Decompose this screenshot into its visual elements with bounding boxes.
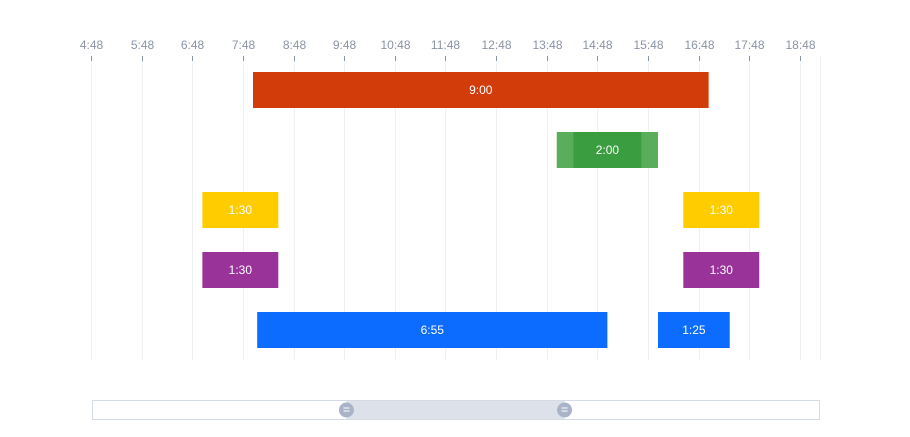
x-tick-label: 14:48 <box>582 38 612 52</box>
bar-label: 1:30 <box>710 263 734 277</box>
bar-label: 1:30 <box>710 203 734 217</box>
x-tick-label: 17:48 <box>734 38 764 52</box>
timeline-chart-svg: 4:48 5:48 6:48 7:48 8:48 9:48 10:48 11:48 12:48 1… <box>80 38 821 420</box>
handle-grip-icon[interactable] <box>557 402 573 418</box>
x-tick-label: 5:48 <box>131 38 155 52</box>
zoom-handle-left[interactable] <box>338 402 354 418</box>
x-tick-label: 12:48 <box>481 38 511 52</box>
bar-segment[interactable]: 1:30 <box>683 252 760 288</box>
x-tick-label: 13:48 <box>532 38 562 52</box>
bar-segment[interactable]: 1:30 <box>202 192 279 228</box>
data-zoom-slider[interactable] <box>92 400 820 420</box>
bar-segment[interactable]: 1:30 <box>683 192 760 228</box>
x-tick-label: 7:48 <box>232 38 256 52</box>
x-tick-label: 10:48 <box>380 38 410 52</box>
bar-label: 1:30 <box>229 203 253 217</box>
x-tick-label: 15:48 <box>633 38 663 52</box>
bar-label: 6:55 <box>421 323 445 337</box>
handle-grip-icon[interactable] <box>338 402 354 418</box>
x-tick-label: 9:48 <box>333 38 357 52</box>
x-tick-label: 4:48 <box>80 38 104 52</box>
bar-segment[interactable]: 6:55 <box>257 312 608 348</box>
bar-label: 1:25 <box>682 323 706 337</box>
bar-segment[interactable]: 9:00 <box>253 72 709 108</box>
bar-segment[interactable]: 2:00 <box>556 132 658 168</box>
bar-segment[interactable]: 1:30 <box>202 252 279 288</box>
bar-layer: 9:00 2:00 1:30 1:30 1:30 1:30 6:55 1:25 <box>202 72 760 348</box>
timeline-chart: 4:48 5:48 6:48 7:48 8:48 9:48 10:48 11:48 12:48 1… <box>0 0 910 437</box>
zoom-selection[interactable] <box>346 401 565 419</box>
x-tick-label: 8:48 <box>283 38 307 52</box>
x-tick-label: 18:48 <box>785 38 815 52</box>
zoom-handle-right[interactable] <box>557 402 573 418</box>
bar-label: 9:00 <box>469 83 493 97</box>
bar-label: 2:00 <box>596 143 620 157</box>
bar-segment[interactable]: 1:25 <box>658 312 730 348</box>
x-tick-label: 6:48 <box>181 38 205 52</box>
x-tick-label: 11:48 <box>431 38 460 52</box>
x-tick-label: 16:48 <box>684 38 714 52</box>
x-axis: 4:48 5:48 6:48 7:48 8:48 9:48 10:48 11:48 12:48 1… <box>80 38 816 61</box>
bar-label: 1:30 <box>229 263 253 277</box>
